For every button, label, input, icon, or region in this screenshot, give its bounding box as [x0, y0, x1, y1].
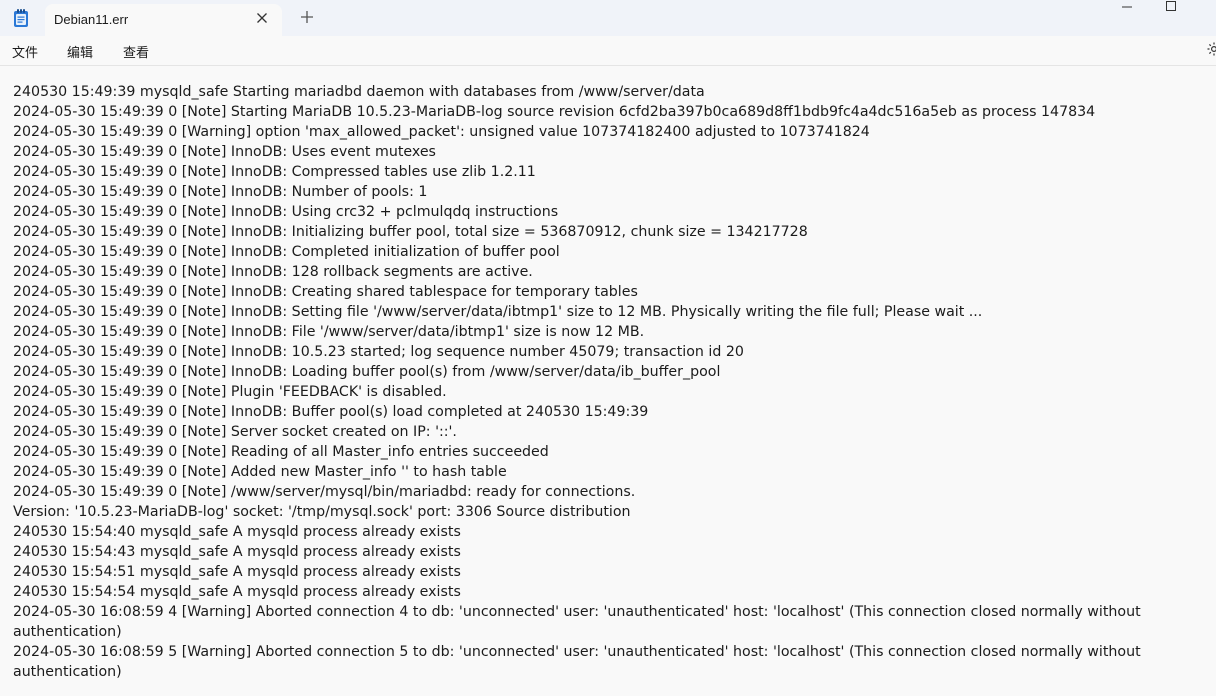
text-editor-area[interactable]: 240530 15:49:39 mysqld_safe Starting mar… — [0, 66, 1216, 696]
tab-debian11-err[interactable]: Debian11.err — [45, 4, 282, 36]
log-text[interactable]: 240530 15:49:39 mysqld_safe Starting mar… — [13, 82, 1178, 682]
log-line: 240530 15:54:51 mysqld_safe A mysqld pro… — [13, 564, 461, 580]
log-line: 2024-05-30 15:49:39 0 [Note] InnoDB: Buf… — [13, 404, 649, 420]
log-line: 2024-05-30 15:49:39 0 [Note] Plugin 'FEE… — [13, 384, 447, 400]
log-line: 2024-05-30 15:49:39 0 [Note] InnoDB: 10.… — [13, 344, 744, 360]
log-line: 2024-05-30 16:08:59 4 [Warning] Aborted … — [13, 604, 1141, 640]
notepad-icon — [12, 8, 30, 28]
menu-edit[interactable]: 编辑 — [65, 42, 95, 61]
log-line: 2024-05-30 15:49:39 0 [Note] InnoDB: 128… — [13, 264, 533, 280]
gear-icon[interactable] — [1206, 41, 1216, 57]
title-bar: Debian11.err — [0, 0, 1216, 36]
log-line: 2024-05-30 15:49:39 0 [Note] Starting Ma… — [13, 104, 1096, 120]
log-line: 2024-05-30 15:49:39 0 [Note] InnoDB: Num… — [13, 184, 428, 200]
tab-title: Debian11.err — [54, 12, 129, 27]
menu-file[interactable]: 文件 — [10, 42, 40, 61]
log-line: 2024-05-30 15:49:39 0 [Note] Reading of … — [13, 444, 549, 460]
log-line: 2024-05-30 15:49:39 0 [Note] InnoDB: Set… — [13, 304, 983, 320]
log-line: 2024-05-30 15:49:39 0 [Note] Server sock… — [13, 424, 457, 440]
log-line: 2024-05-30 15:49:39 0 [Note] InnoDB: Usi… — [13, 204, 559, 220]
log-line: 240530 15:54:40 mysqld_safe A mysqld pro… — [13, 524, 461, 540]
log-line: 2024-05-30 15:49:39 0 [Note] Added new M… — [13, 464, 507, 480]
log-line: 2024-05-30 15:49:39 0 [Warning] option '… — [13, 124, 870, 140]
maximize-button[interactable] — [1148, 0, 1194, 14]
menu-bar: 文件 编辑 查看 — [0, 36, 1216, 66]
log-line: 240530 15:49:39 mysqld_safe Starting mar… — [13, 84, 705, 100]
log-line: 2024-05-30 16:08:59 5 [Warning] Aborted … — [13, 644, 1141, 680]
log-line: 2024-05-30 15:49:39 0 [Note] InnoDB: Ini… — [13, 224, 808, 240]
log-line: 240530 15:54:43 mysqld_safe A mysqld pro… — [13, 544, 461, 560]
log-line: 2024-05-30 15:49:39 0 [Note] InnoDB: Use… — [13, 144, 436, 160]
minimize-button[interactable] — [1104, 0, 1150, 14]
menu-view[interactable]: 查看 — [121, 42, 151, 61]
plus-icon[interactable] — [298, 8, 316, 26]
log-line: 2024-05-30 15:49:39 0 [Note] InnoDB: Com… — [13, 244, 560, 260]
log-line: 2024-05-30 15:49:39 0 [Note] InnoDB: Fil… — [13, 324, 645, 340]
log-line: 2024-05-30 15:49:39 0 [Note] InnoDB: Com… — [13, 164, 536, 180]
log-line: 2024-05-30 15:49:39 0 [Note] InnoDB: Loa… — [13, 364, 721, 380]
log-line: 2024-05-30 15:49:39 0 [Note] InnoDB: Cre… — [13, 284, 638, 300]
log-line: Version: '10.5.23-MariaDB-log' socket: '… — [13, 504, 631, 520]
log-line: 2024-05-30 15:49:39 0 [Note] /www/server… — [13, 484, 636, 500]
log-line: 240530 15:54:54 mysqld_safe A mysqld pro… — [13, 584, 461, 600]
close-icon[interactable] — [254, 10, 270, 26]
